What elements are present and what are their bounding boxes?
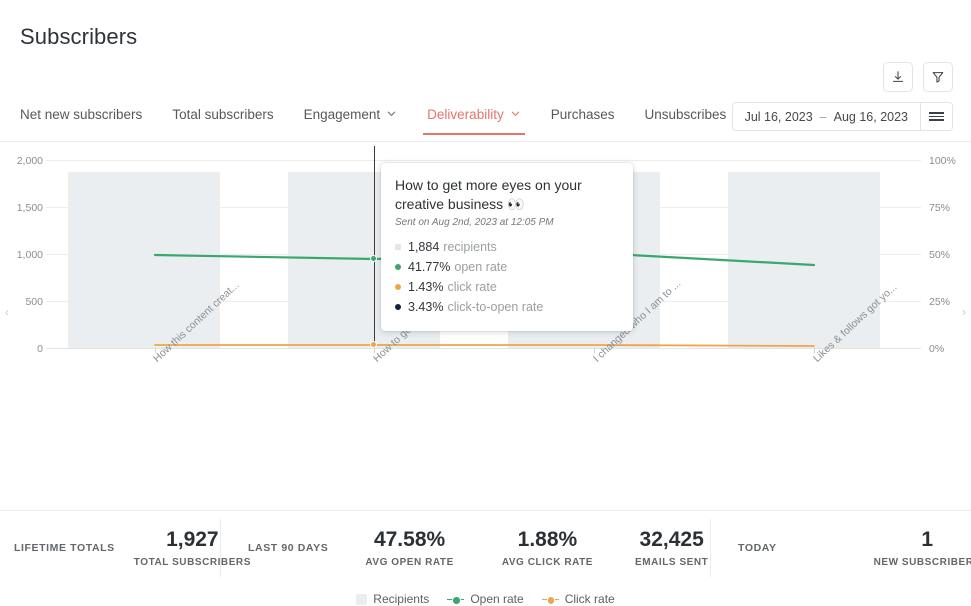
tooltip-title: How to get more eyes on your creative bu… bbox=[395, 176, 619, 213]
page-title: Subscribers bbox=[20, 24, 137, 50]
stat-new-subscribers: 1 NEW SUBSCRIBERS bbox=[861, 528, 971, 567]
recipients-dot-icon bbox=[395, 244, 401, 250]
stat-label: NEW SUBSCRIBERS bbox=[874, 557, 971, 568]
chart-next-button[interactable]: › bbox=[962, 305, 966, 319]
click-rate-dot-icon bbox=[395, 284, 401, 290]
legend-label: Recipients bbox=[373, 592, 429, 606]
tooltip-row-recipients: 1,884 recipients bbox=[395, 237, 619, 257]
recipients-swatch-icon bbox=[356, 594, 367, 605]
stat-value: 1.88% bbox=[502, 528, 593, 552]
date-range-separator: – bbox=[820, 110, 827, 124]
legend-item-open-rate[interactable]: Open rate bbox=[447, 592, 523, 606]
chevron-down-icon bbox=[386, 107, 397, 122]
chart-prev-button[interactable]: ‹ bbox=[5, 305, 9, 319]
stat-emails-sent: 32,425 EMAILS SENT bbox=[622, 528, 721, 567]
open-rate-hover-dot bbox=[370, 255, 377, 262]
legend-label: Open rate bbox=[470, 592, 523, 606]
click-to-open-rate-dot-icon bbox=[395, 304, 401, 310]
date-range-start: Jul 16, 2023 bbox=[745, 110, 813, 124]
tab-deliverability[interactable]: Deliverability bbox=[427, 107, 521, 135]
stat-group-last-90-days: LAST 90 DAYS 47.58% AVG OPEN RATE 1.88% … bbox=[220, 511, 710, 585]
tooltip-value: 41.77% bbox=[408, 257, 450, 277]
date-range-field[interactable]: Jul 16, 2023 – Aug 16, 2023 bbox=[733, 103, 920, 130]
y-axis-label-left: 1,500 bbox=[17, 202, 43, 214]
tab-label: Total subscribers bbox=[172, 107, 273, 122]
tab-unsubscribes[interactable]: Unsubscribes bbox=[645, 107, 727, 135]
stat-group-label: LAST 90 DAYS bbox=[248, 542, 328, 554]
tooltip-value: 3.43% bbox=[408, 297, 443, 317]
tab-list: Net new subscribers Total subscribers En… bbox=[20, 100, 756, 141]
y-axis-label-left: 2,000 bbox=[17, 155, 43, 167]
y-axis-label-left: 0 bbox=[37, 343, 43, 355]
stat-group-label: TODAY bbox=[738, 542, 777, 554]
tooltip-row-click-rate: 1.43% click rate bbox=[395, 277, 619, 297]
date-range-end: Aug 16, 2023 bbox=[834, 110, 908, 124]
open-rate-dot-icon bbox=[395, 264, 401, 270]
filter-icon bbox=[931, 70, 945, 84]
tab-label: Purchases bbox=[551, 107, 615, 122]
tooltip-label: recipients bbox=[443, 237, 497, 257]
tooltip-row-click-to-open-rate: 3.43% click-to-open rate bbox=[395, 297, 619, 317]
tooltip-label: open rate bbox=[454, 257, 507, 277]
tooltip-label: click rate bbox=[447, 277, 496, 297]
legend-item-click-rate[interactable]: Click rate bbox=[542, 592, 615, 606]
y-axis-label-left: 1,000 bbox=[17, 249, 43, 261]
tooltip-value: 1.43% bbox=[408, 277, 443, 297]
chart-legend: Recipients Open rate Click rate bbox=[0, 592, 971, 606]
y-axis-label-right: 0% bbox=[929, 343, 944, 355]
legend-label: Click rate bbox=[565, 592, 615, 606]
tab-total-subscribers[interactable]: Total subscribers bbox=[172, 107, 273, 135]
stat-label: AVG CLICK RATE bbox=[502, 557, 593, 568]
tooltip-row-open-rate: 41.77% open rate bbox=[395, 257, 619, 277]
y-axis-label-right: 50% bbox=[929, 249, 950, 261]
stat-group-lifetime-totals: LIFETIME TOTALS 1,927 TOTAL SUBSCRIBERS bbox=[0, 511, 220, 585]
y-axis-label-right: 25% bbox=[929, 296, 950, 308]
stats-footer: LIFETIME TOTALS 1,927 TOTAL SUBSCRIBERS … bbox=[0, 510, 971, 585]
filter-button[interactable] bbox=[923, 62, 953, 92]
tab-engagement[interactable]: Engagement bbox=[304, 107, 398, 135]
tab-label: Net new subscribers bbox=[20, 107, 142, 122]
chevron-down-icon bbox=[510, 107, 521, 122]
y-axis-label-left: 500 bbox=[25, 296, 43, 308]
click-rate-swatch-icon bbox=[542, 595, 559, 604]
stat-value: 32,425 bbox=[635, 528, 708, 552]
stat-label: AVG OPEN RATE bbox=[365, 557, 453, 568]
tooltip-label: click-to-open rate bbox=[447, 297, 543, 317]
stat-value: 1 bbox=[874, 528, 971, 552]
tab-label: Engagement bbox=[304, 107, 381, 122]
stat-group-label: LIFETIME TOTALS bbox=[14, 542, 115, 554]
tab-label: Unsubscribes bbox=[645, 107, 727, 122]
hover-crosshair bbox=[374, 146, 375, 349]
date-range-menu-button[interactable] bbox=[920, 103, 952, 130]
tab-purchases[interactable]: Purchases bbox=[551, 107, 615, 135]
open-rate-swatch-icon bbox=[447, 595, 464, 604]
tab-net-new-subscribers[interactable]: Net new subscribers bbox=[20, 107, 142, 135]
stat-avg-click-rate: 1.88% AVG CLICK RATE bbox=[489, 528, 606, 567]
legend-item-recipients[interactable]: Recipients bbox=[356, 592, 429, 606]
tooltip-sent-date: Sent on Aug 2nd, 2023 at 12:05 PM bbox=[395, 217, 619, 228]
tooltip-value: 1,884 bbox=[408, 237, 439, 257]
chart-tooltip: How to get more eyes on your creative bu… bbox=[381, 163, 633, 331]
tab-label: Deliverability bbox=[427, 107, 504, 122]
stat-value: 47.58% bbox=[365, 528, 453, 552]
hamburger-icon bbox=[929, 111, 944, 123]
stat-group-today: TODAY 1 NEW SUBSCRIBERS bbox=[710, 511, 971, 585]
click-rate-hover-dot bbox=[370, 341, 377, 348]
tooltip-metrics: 1,884 recipients 41.77% open rate 1.43% … bbox=[395, 237, 619, 317]
date-range-picker[interactable]: Jul 16, 2023 – Aug 16, 2023 bbox=[732, 102, 953, 131]
y-axis-label-right: 100% bbox=[929, 155, 956, 167]
stat-avg-open-rate: 47.58% AVG OPEN RATE bbox=[352, 528, 466, 567]
download-button[interactable] bbox=[883, 62, 913, 92]
stat-label: EMAILS SENT bbox=[635, 557, 708, 568]
header-actions bbox=[883, 62, 953, 92]
download-icon bbox=[891, 70, 905, 84]
y-axis-label-right: 75% bbox=[929, 202, 950, 214]
